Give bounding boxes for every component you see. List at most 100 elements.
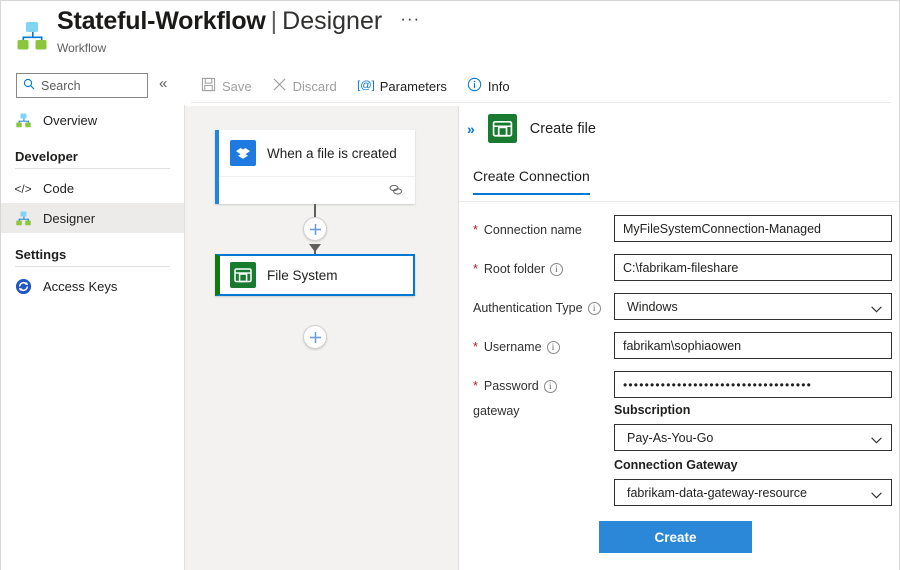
root-folder-input[interactable]: C:\fabrikam-fileshare xyxy=(614,254,892,281)
info-icon[interactable]: i xyxy=(588,302,601,315)
connection-gateway-value: fabrikam-data-gateway-resource xyxy=(627,486,807,500)
gateway-text: gateway xyxy=(473,404,520,418)
discard-label: Discard xyxy=(293,79,337,94)
designer-canvas[interactable]: When a file is created xyxy=(185,106,458,570)
chevron-down-icon xyxy=(871,302,882,309)
authentication-type-value: Windows xyxy=(627,300,678,314)
collapse-nav-icon[interactable]: « xyxy=(159,75,167,92)
password-label: * Password i xyxy=(473,379,557,393)
page-header: Stateful-Workflow|Designer ··· Workflow xyxy=(1,1,899,65)
page-title: Stateful-Workflow|Designer ··· xyxy=(57,7,420,36)
connection-form: * Connection name MyFileSystemConnection… xyxy=(459,214,899,409)
authentication-type-label: Authentication Type i xyxy=(473,301,601,315)
tab-create-connection[interactable]: Create Connection xyxy=(473,168,590,195)
search-placeholder: Search xyxy=(41,79,81,93)
authentication-type-select[interactable]: Windows xyxy=(614,293,892,320)
connection-gateway-label: Connection Gateway xyxy=(614,458,738,472)
create-button[interactable]: Create xyxy=(599,521,752,553)
connection-link-icon[interactable] xyxy=(388,183,404,197)
info-icon[interactable]: i xyxy=(547,341,560,354)
sidebar-item-code[interactable]: </> Code xyxy=(1,173,184,203)
info-label: Info xyxy=(488,79,510,94)
action-card-file-system[interactable]: File System xyxy=(215,254,415,296)
sidebar-group-divider xyxy=(15,266,170,267)
save-label: Save xyxy=(222,79,252,94)
workflow-icon xyxy=(15,19,49,53)
sidebar-item-designer[interactable]: Designer xyxy=(1,203,184,233)
file-system-icon xyxy=(230,262,256,288)
panel-header: » Create file xyxy=(459,114,596,143)
page-title-main: Stateful-Workflow xyxy=(57,7,266,35)
sidebar-group-divider xyxy=(15,168,170,169)
subscription-select[interactable]: Pay-As-You-Go xyxy=(614,424,892,451)
required-marker: * xyxy=(473,223,478,237)
trigger-card-when-a-file-is-created[interactable]: When a file is created xyxy=(215,130,415,204)
label-text: Connection name xyxy=(484,223,582,237)
parameters-button[interactable]: [@] Parameters xyxy=(347,73,457,99)
search-icon xyxy=(23,77,35,95)
form-row-authentication-type: Authentication Type i Windows xyxy=(459,292,899,331)
sidebar-item-label: Code xyxy=(43,182,74,195)
info-icon xyxy=(467,77,482,95)
sidebar: Overview Developer </> Code xyxy=(1,105,184,570)
username-label: * Username i xyxy=(473,340,560,354)
chevron-down-icon xyxy=(871,433,882,440)
parameters-label: Parameters xyxy=(380,79,447,94)
trigger-card-header: When a file is created xyxy=(219,130,415,176)
connection-gateway-select[interactable]: fabrikam-data-gateway-resource xyxy=(614,479,892,506)
sidebar-item-overview[interactable]: Overview xyxy=(1,105,184,135)
sidebar-group-developer: Developer xyxy=(1,149,184,164)
required-marker: * xyxy=(473,340,478,354)
discard-button[interactable]: Discard xyxy=(262,73,347,99)
trigger-card-title: When a file is created xyxy=(267,146,397,161)
label-text: Password xyxy=(484,379,539,393)
chevron-down-icon xyxy=(871,488,882,495)
page-subtitle: Workflow xyxy=(57,41,106,55)
save-button[interactable]: Save xyxy=(191,73,262,99)
insert-step-button[interactable] xyxy=(303,217,327,241)
form-row-username: * Username i fabrikam\sophiaowen xyxy=(459,331,899,370)
form-row-connection-name: * Connection name MyFileSystemConnection… xyxy=(459,214,899,253)
discard-icon xyxy=(272,77,287,95)
subscription-label: Subscription xyxy=(614,403,690,417)
connection-name-input[interactable]: MyFileSystemConnection-Managed xyxy=(614,215,892,242)
sidebar-item-label: Designer xyxy=(43,212,95,225)
expand-panel-icon[interactable]: » xyxy=(467,121,475,137)
command-bar: Save Discard [@] Parameters xyxy=(191,71,520,101)
search-input[interactable]: Search xyxy=(16,73,148,98)
info-button[interactable]: Info xyxy=(457,73,520,99)
panel-tabs: Create Connection xyxy=(473,168,590,195)
label-text: Root folder xyxy=(484,262,545,276)
password-masked-value: ••••••••••••••••••••••••••••••••••• xyxy=(623,378,812,392)
label-text: Username xyxy=(484,340,542,354)
subscription-value: Pay-As-You-Go xyxy=(627,431,713,445)
connection-panel: » Create file Create Connection * Connec… xyxy=(459,106,899,570)
form-row-root-folder: * Root folder i C:\fabrikam-fileshare xyxy=(459,253,899,292)
connector-arrow-icon xyxy=(309,244,321,252)
add-step-button[interactable] xyxy=(303,325,327,349)
workflow-icon xyxy=(15,210,32,227)
svg-text:</>: </> xyxy=(15,181,32,195)
workflow-icon xyxy=(15,112,32,129)
save-icon xyxy=(201,77,216,95)
info-icon[interactable]: i xyxy=(550,263,563,276)
info-icon[interactable]: i xyxy=(544,380,557,393)
username-input[interactable]: fabrikam\sophiaowen xyxy=(614,332,892,359)
required-marker: * xyxy=(473,379,478,393)
connection-name-label: * Connection name xyxy=(473,223,582,237)
label-text: Authentication Type xyxy=(473,301,583,315)
page-title-secondary: Designer xyxy=(282,7,382,35)
page-title-separator: | xyxy=(271,7,278,35)
access-keys-icon xyxy=(15,278,32,295)
sidebar-item-access-keys[interactable]: Access Keys xyxy=(1,271,184,301)
trigger-card-footer xyxy=(219,176,415,203)
command-bar-divider xyxy=(191,102,891,103)
dropbox-icon xyxy=(230,140,256,166)
parameters-icon: [@] xyxy=(357,77,374,95)
more-options-button[interactable]: ··· xyxy=(400,9,420,29)
code-icon: </> xyxy=(15,180,32,197)
file-system-icon xyxy=(488,114,517,143)
root-folder-label: * Root folder i xyxy=(473,262,563,276)
sidebar-item-label: Access Keys xyxy=(43,280,117,293)
password-input[interactable]: ••••••••••••••••••••••••••••••••••• xyxy=(614,371,892,398)
